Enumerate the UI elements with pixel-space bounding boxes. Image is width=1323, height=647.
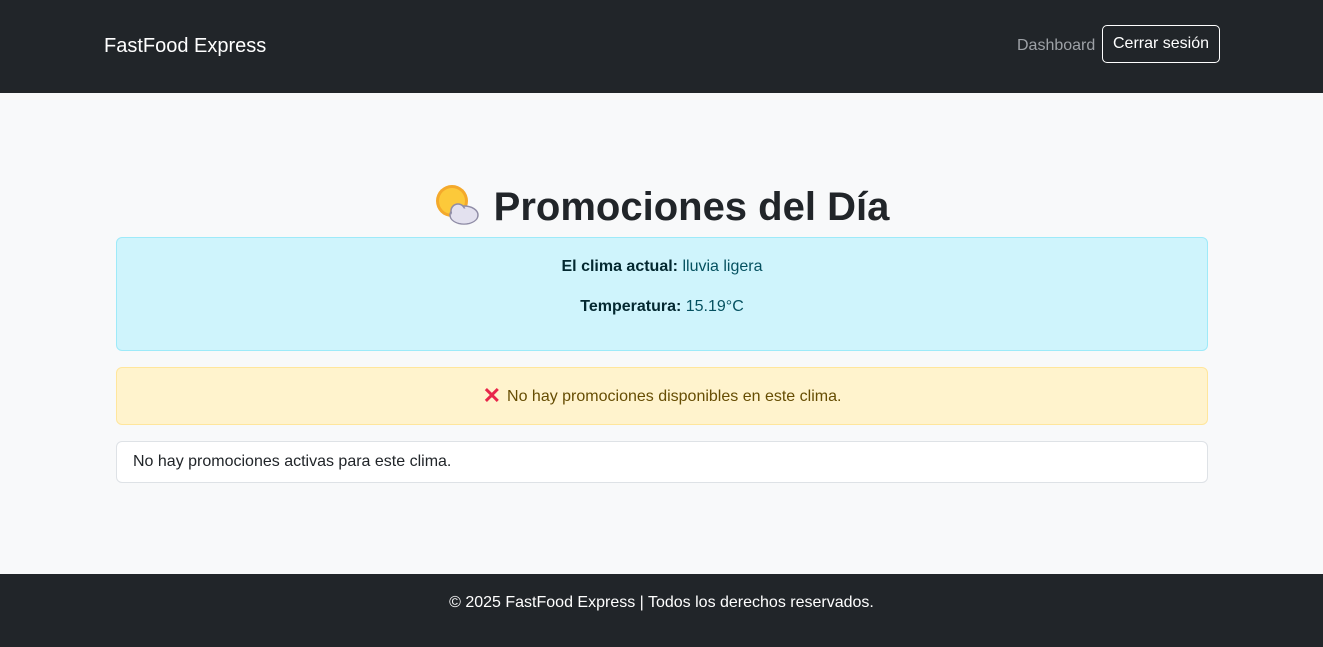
sun-behind-cloud-icon	[434, 184, 480, 226]
weather-temperature: Temperatura: 15.19°C	[117, 297, 1207, 317]
empty-list-text: No hay promociones activas para este cli…	[133, 453, 452, 470]
list-item: No hay promociones activas para este cli…	[116, 441, 1208, 483]
cross-mark-icon: ✕	[482, 383, 502, 408]
nav-link-dashboard[interactable]: Dashboard	[1017, 36, 1095, 56]
footer: © 2025 FastFood Express | Todos los dere…	[0, 574, 1323, 647]
weather-condition: El clima actual: lluvia ligera	[117, 257, 1207, 277]
weather-condition-label: El clima actual:	[561, 258, 679, 275]
temperature-value: 15.19°C	[685, 298, 744, 315]
page-title-text: Promociones del Día	[493, 185, 890, 229]
page-title: Promociones del Día	[0, 182, 1323, 232]
no-promotions-text: No hay promociones disponibles en este c…	[507, 388, 842, 405]
weather-info-alert: El clima actual: lluvia ligera Temperatu…	[116, 237, 1208, 351]
brand-link[interactable]: FastFood Express	[104, 34, 266, 58]
no-promotions-alert: ✕ No hay promociones disponibles en este …	[116, 367, 1208, 425]
footer-text: © 2025 FastFood Express | Todos los dere…	[449, 594, 874, 611]
temperature-label: Temperatura:	[580, 298, 682, 315]
weather-condition-value: lluvia ligera	[682, 258, 763, 275]
logout-button[interactable]: Cerrar sesión	[1102, 25, 1220, 63]
navbar: FastFood Express Dashboard Cerrar sesión	[0, 0, 1323, 93]
